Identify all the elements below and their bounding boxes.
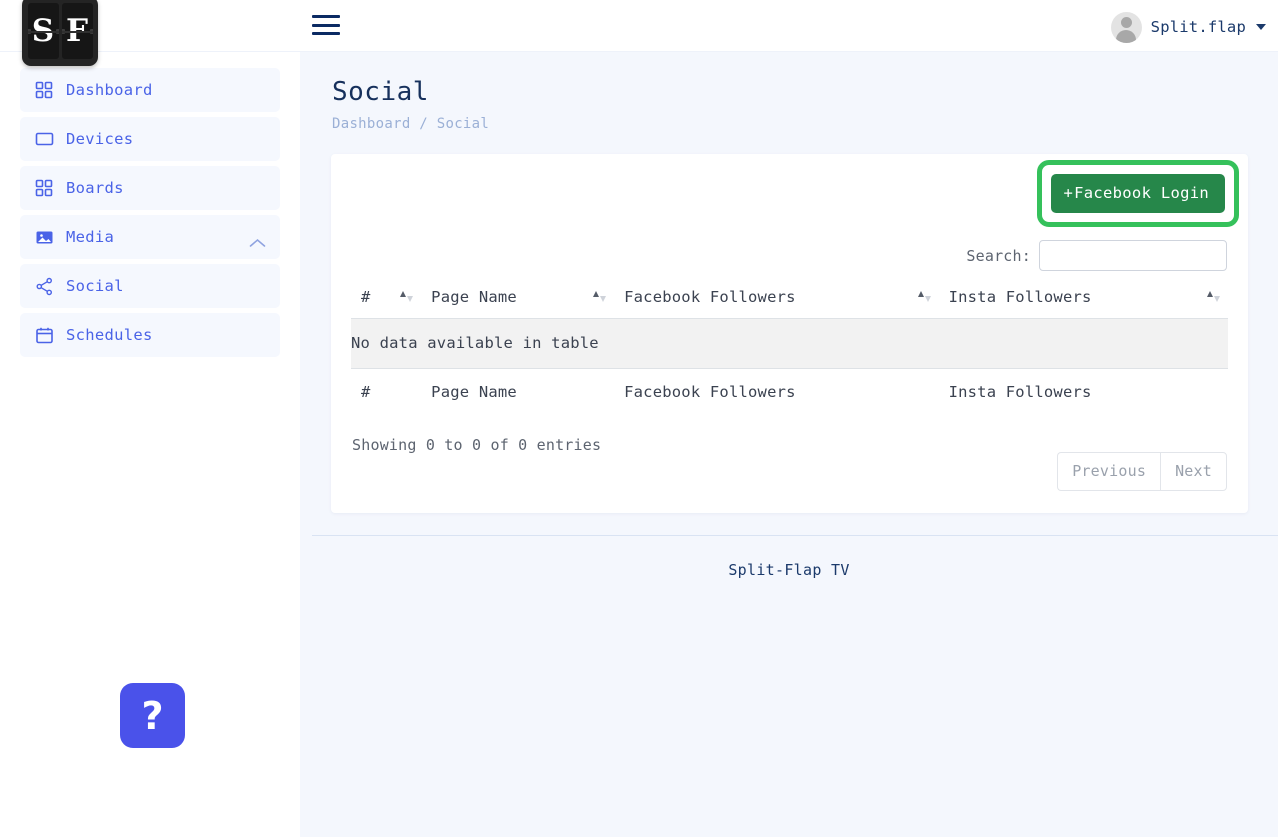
- table-empty-row: No data available in table: [351, 318, 1228, 370]
- breadcrumb: Dashboard / Social: [332, 116, 490, 133]
- user-name-label: Split.flap: [1150, 18, 1246, 36]
- sidebar-item-social[interactable]: Social: [20, 264, 280, 308]
- table-foot: # Page Name Facebook Followers Insta Fol…: [351, 368, 1228, 416]
- sidebar-item-media[interactable]: Media: [20, 215, 280, 259]
- flap-pin-right: [89, 29, 93, 34]
- column-header-index[interactable]: #: [351, 282, 422, 320]
- sort-arrows-icon[interactable]: [593, 290, 607, 304]
- page-footer: Split-Flap TV: [300, 536, 1278, 604]
- calendar-icon: [34, 325, 54, 345]
- user-avatar-icon: [1110, 11, 1142, 43]
- main-content: Social Dashboard / Social +Facebook Logi…: [300, 52, 1278, 837]
- sidebar-item-schedules[interactable]: Schedules: [20, 313, 280, 357]
- sidebar-item-label: Boards: [66, 179, 124, 197]
- help-button[interactable]: ?: [120, 683, 185, 748]
- flap-pin-left: [27, 29, 31, 34]
- social-table: # Page Name Facebook Followers Insta Fol…: [351, 282, 1228, 416]
- logo-flap-f: F: [61, 3, 93, 59]
- hamburger-bar: [312, 23, 340, 27]
- flap-pin-left: [61, 29, 65, 34]
- logo-char-f: F: [65, 12, 88, 49]
- image-icon: [34, 227, 54, 247]
- chevron-down-icon[interactable]: [1256, 24, 1266, 30]
- sort-arrows-icon[interactable]: [917, 290, 931, 304]
- facebook-login-highlight: +Facebook Login: [1036, 160, 1239, 228]
- search-input[interactable]: [1039, 240, 1227, 272]
- grid-icon: [34, 178, 54, 198]
- footer-column-facebook-followers: Facebook Followers: [614, 368, 939, 416]
- card-toolbar: +Facebook Login: [351, 160, 1239, 234]
- sort-arrows-icon[interactable]: [400, 290, 414, 304]
- facebook-login-button[interactable]: +Facebook Login: [1050, 174, 1225, 214]
- grid-icon: [34, 80, 54, 100]
- table-body: No data available in table: [351, 318, 1228, 370]
- flap-pin-right: [55, 29, 59, 34]
- top-bar: S F Split.flap: [0, 0, 1278, 66]
- table-footer-row: # Page Name Facebook Followers Insta Fol…: [351, 368, 1228, 416]
- sidebar-item-devices[interactable]: Devices: [20, 117, 280, 161]
- sidebar-item-dashboard[interactable]: Dashboard: [20, 68, 280, 112]
- table-header-row: # Page Name Facebook Followers Insta Fol…: [351, 282, 1228, 320]
- pagination: Previous Next: [1057, 452, 1227, 492]
- column-label: Facebook Followers: [624, 288, 796, 307]
- logo-flap-s: S: [27, 3, 59, 59]
- column-header-facebook-followers[interactable]: Facebook Followers: [614, 282, 939, 320]
- column-label: #: [361, 288, 371, 307]
- social-card: +Facebook Login Search: # Page Name Face…: [331, 154, 1248, 514]
- empty-message: No data available in table: [351, 318, 1228, 370]
- footer-column-index: #: [351, 368, 422, 416]
- plus-icon: +: [1063, 184, 1074, 203]
- question-mark-icon: ?: [141, 693, 164, 738]
- monitor-icon: [34, 129, 54, 149]
- sidebar: Dashboard Devices Boards Media Social Sc…: [0, 52, 300, 837]
- facebook-login-label: Facebook Login: [1074, 184, 1209, 203]
- share-icon: [34, 276, 54, 296]
- sort-arrows-icon[interactable]: [1207, 290, 1220, 304]
- search-label: Search:: [966, 246, 1031, 265]
- column-label: Page Name: [431, 288, 517, 307]
- footer-column-insta-followers: Insta Followers: [938, 368, 1228, 416]
- table-footer-controls: Showing 0 to 0 of 0 entries Previous Nex…: [351, 432, 1228, 492]
- page-title: Social: [332, 77, 429, 107]
- hamburger-icon[interactable]: [312, 12, 340, 38]
- footer-column-page-name: Page Name: [421, 368, 615, 416]
- column-header-page-name[interactable]: Page Name: [421, 282, 615, 320]
- search-row: Search:: [351, 240, 1228, 272]
- entries-info: Showing 0 to 0 of 0 entries: [352, 436, 602, 455]
- logo-char-s: S: [31, 12, 55, 49]
- sidebar-item-label: Dashboard: [66, 81, 153, 99]
- sidebar-item-boards[interactable]: Boards: [20, 166, 280, 210]
- sidebar-item-label: Devices: [66, 130, 134, 148]
- user-menu[interactable]: Split.flap: [1110, 11, 1266, 43]
- sidebar-item-label: Schedules: [66, 326, 153, 344]
- chevron-up-icon[interactable]: [249, 233, 266, 252]
- next-page-button[interactable]: Next: [1160, 452, 1227, 492]
- hamburger-bar: [312, 15, 340, 18]
- column-header-insta-followers[interactable]: Insta Followers: [938, 282, 1228, 320]
- previous-page-button[interactable]: Previous: [1057, 452, 1161, 492]
- sidebar-item-label: Social: [66, 277, 124, 295]
- hamburger-bar: [312, 32, 340, 35]
- footer-text: Split-Flap TV: [728, 561, 850, 579]
- column-label: Insta Followers: [948, 288, 1092, 307]
- sidebar-item-label: Media: [66, 228, 115, 246]
- table-head: # Page Name Facebook Followers Insta Fol…: [351, 282, 1228, 320]
- page-header: Social Dashboard / Social: [300, 52, 1278, 132]
- split-flap-logo[interactable]: S F: [22, 0, 98, 66]
